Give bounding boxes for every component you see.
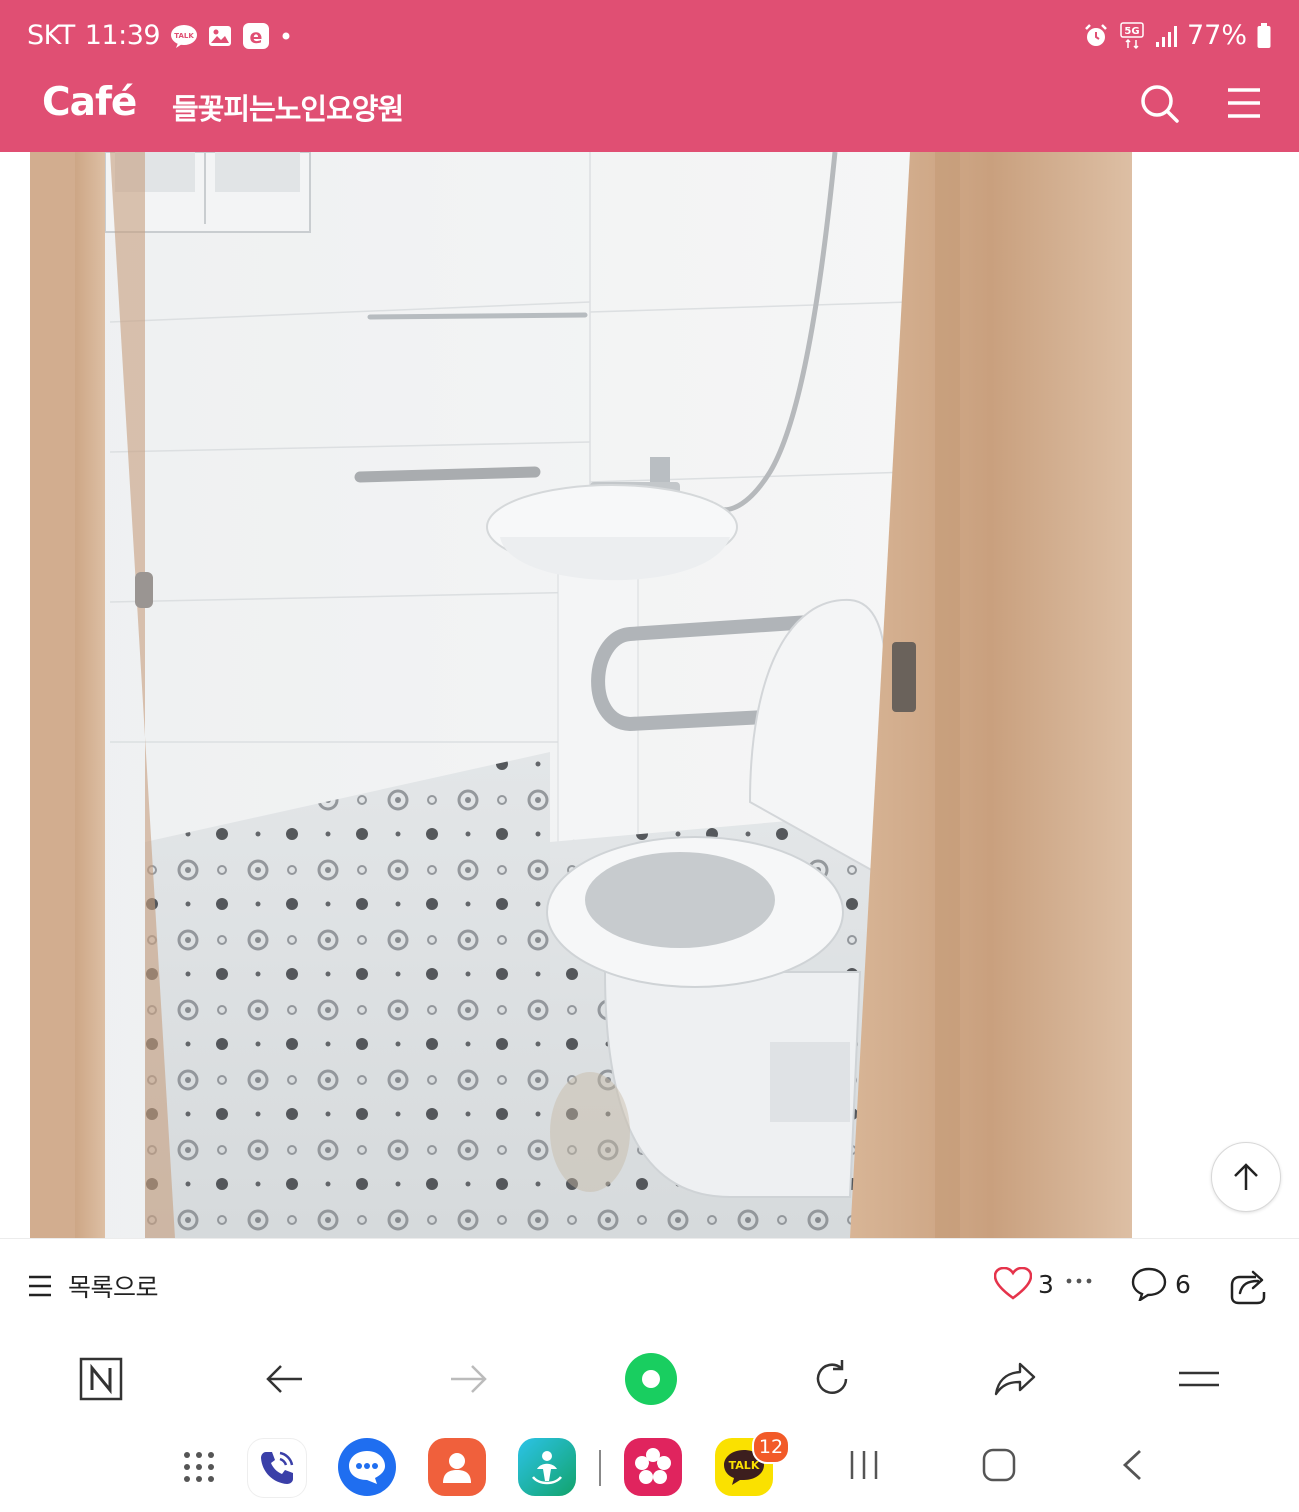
kakaotalk-badge: 12 xyxy=(752,1430,790,1464)
battery-percent: 77% xyxy=(1186,20,1247,51)
network-5g-icon: 5G xyxy=(1119,22,1145,50)
share-icon[interactable] xyxy=(1228,1267,1268,1309)
status-left: SKT 11:39 TALK e xyxy=(27,18,292,54)
share-arrow-icon[interactable] xyxy=(992,1356,1038,1402)
app-bar: Café 들꽃피는노인요양원 xyxy=(0,72,1299,152)
like-button[interactable]: 3 xyxy=(994,1267,1054,1301)
heart-icon xyxy=(994,1267,1032,1300)
messages-icon[interactable] xyxy=(338,1438,396,1496)
hamburger-menu-icon[interactable] xyxy=(1226,86,1262,124)
refresh-icon[interactable] xyxy=(809,1356,855,1402)
apps-grid-icon[interactable] xyxy=(170,1438,228,1496)
back-to-list-label: 목록으로 xyxy=(68,1273,159,1302)
clock: 11:39 xyxy=(84,20,161,51)
battery-icon xyxy=(1257,23,1271,49)
home-icon[interactable] xyxy=(982,1448,1016,1486)
article-photo[interactable] xyxy=(30,152,1132,1238)
gallery-icon xyxy=(208,24,232,48)
status-bar: SKT 11:39 TALK e 5G 77% xyxy=(0,0,1299,72)
back-arrow-icon[interactable] xyxy=(262,1356,308,1402)
menu-icon[interactable] xyxy=(1176,1356,1222,1402)
cafe-logo[interactable]: Café xyxy=(42,80,137,125)
comment-count: 6 xyxy=(1175,1269,1191,1299)
gallery-flower-icon[interactable] xyxy=(624,1438,682,1496)
recent-apps-icon[interactable] xyxy=(848,1448,880,1486)
app-dock: TALK 12 xyxy=(0,1424,1299,1512)
up-arrow-icon xyxy=(1234,1163,1258,1190)
samsung-internet-icon: e xyxy=(242,22,270,50)
dot-icon xyxy=(280,30,292,42)
top-header: SKT 11:39 TALK e 5G 77% Café 들꽃피는노인요양원 xyxy=(0,0,1299,152)
bixby-icon[interactable] xyxy=(518,1438,576,1496)
search-icon[interactable] xyxy=(1138,82,1182,130)
bathroom-photo-drawing xyxy=(30,152,1132,1238)
network-label: 5G xyxy=(1124,26,1139,37)
kakaotalk-label: TALK xyxy=(729,1459,760,1472)
more-options-icon[interactable] xyxy=(1066,1273,1092,1292)
comment-button[interactable]: 6 xyxy=(1131,1267,1191,1301)
naver-home-icon[interactable] xyxy=(78,1356,124,1402)
forward-arrow-icon[interactable] xyxy=(445,1356,491,1402)
dock-divider xyxy=(599,1450,601,1486)
kakaotalk-icon: TALK xyxy=(170,24,198,48)
svg-text:TALK: TALK xyxy=(174,32,194,40)
back-to-list-button[interactable]: 목록으로 xyxy=(28,1268,159,1304)
green-dot-icon[interactable] xyxy=(624,1352,678,1406)
comment-icon xyxy=(1131,1267,1167,1301)
scroll-to-top-button[interactable] xyxy=(1211,1142,1281,1212)
like-count: 3 xyxy=(1038,1269,1054,1299)
alarm-icon xyxy=(1083,23,1109,49)
contacts-icon[interactable] xyxy=(428,1438,486,1496)
carrier-label: SKT xyxy=(27,20,75,51)
status-right: 5G 77% xyxy=(1083,18,1271,54)
cafe-title[interactable]: 들꽃피는노인요양원 xyxy=(172,86,404,128)
browser-toolbar xyxy=(0,1334,1299,1424)
article-action-bar: 목록으로 3 6 xyxy=(0,1238,1299,1335)
back-icon[interactable] xyxy=(1120,1448,1144,1486)
phone-icon[interactable] xyxy=(247,1438,307,1498)
svg-text:e: e xyxy=(250,26,263,48)
signal-icon xyxy=(1155,24,1177,48)
list-icon xyxy=(29,1275,51,1297)
